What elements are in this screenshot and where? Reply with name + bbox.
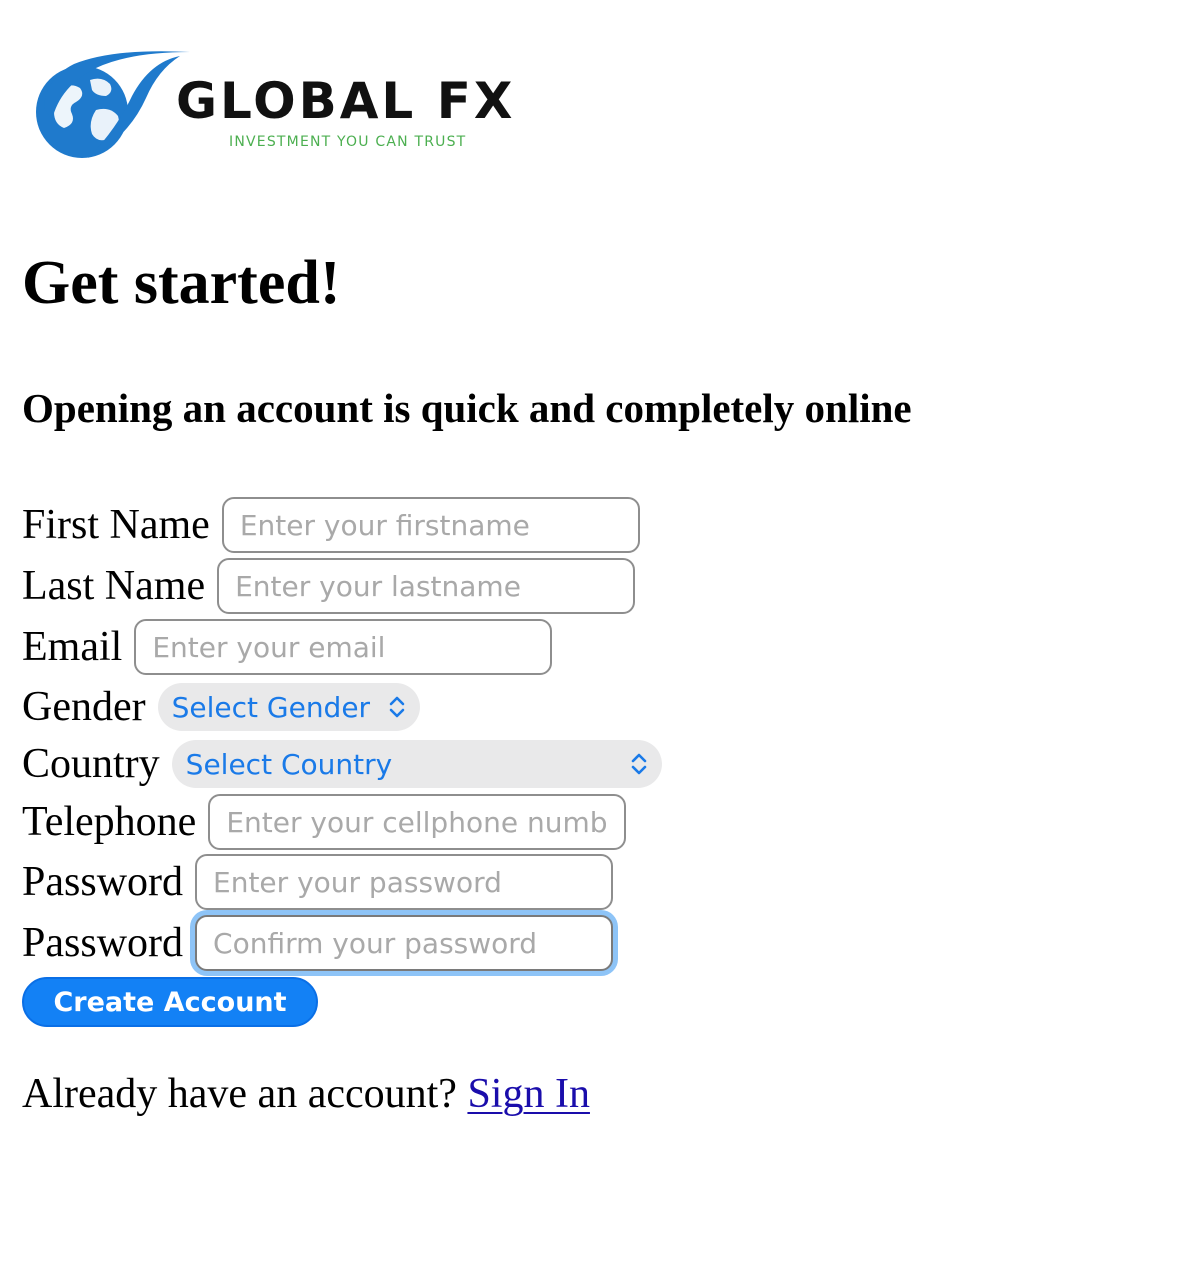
last-name-label: Last Name — [22, 563, 206, 609]
chevron-up-down-icon — [389, 696, 404, 718]
email-row: Email — [22, 618, 553, 676]
signin-prompt-line: Already have an account? Sign In — [22, 1070, 590, 1118]
gender-select[interactable]: Select Gender — [157, 683, 420, 731]
confirm-password-row: Password — [22, 914, 614, 972]
first-name-field[interactable] — [221, 497, 640, 553]
gender-label: Gender — [22, 684, 146, 730]
telephone-label: Telephone — [22, 799, 197, 845]
telephone-row: Telephone — [22, 793, 627, 851]
country-select[interactable]: Select Country — [171, 740, 662, 788]
country-row: Country Select Country — [22, 735, 662, 793]
signin-prompt-text: Already have an account? — [22, 1071, 457, 1117]
chevron-up-down-icon — [631, 753, 646, 775]
first-name-label: First Name — [22, 502, 210, 548]
password-label: Password — [22, 859, 184, 905]
password-row: Password — [22, 853, 614, 911]
globe-icon — [36, 51, 190, 158]
confirm-password-label: Password — [22, 920, 184, 966]
gender-row: Gender Select Gender — [22, 678, 420, 736]
signin-link[interactable]: Sign In — [467, 1071, 590, 1117]
gender-select-value: Select Gender — [171, 690, 371, 724]
page-subtitle: Opening an account is quick and complete… — [22, 385, 912, 431]
first-name-row: First Name — [22, 496, 640, 554]
page-title: Get started! — [22, 249, 341, 317]
telephone-field[interactable] — [208, 794, 627, 850]
last-name-field[interactable] — [217, 558, 636, 614]
email-label: Email — [22, 624, 123, 670]
last-name-row: Last Name — [22, 557, 636, 615]
brand-tagline: INVESTMENT YOU CAN TRUST — [229, 134, 467, 150]
brand-name: GLOBAL FX — [176, 72, 516, 130]
brand-logo: GLOBAL FX INVESTMENT YOU CAN TRUST — [30, 50, 512, 175]
password-field[interactable] — [195, 854, 614, 910]
country-select-value: Select Country — [185, 747, 393, 781]
email-field[interactable] — [134, 619, 553, 675]
confirm-password-field[interactable] — [195, 915, 614, 971]
country-label: Country — [22, 741, 160, 787]
create-account-button[interactable]: Create Account — [22, 977, 318, 1027]
